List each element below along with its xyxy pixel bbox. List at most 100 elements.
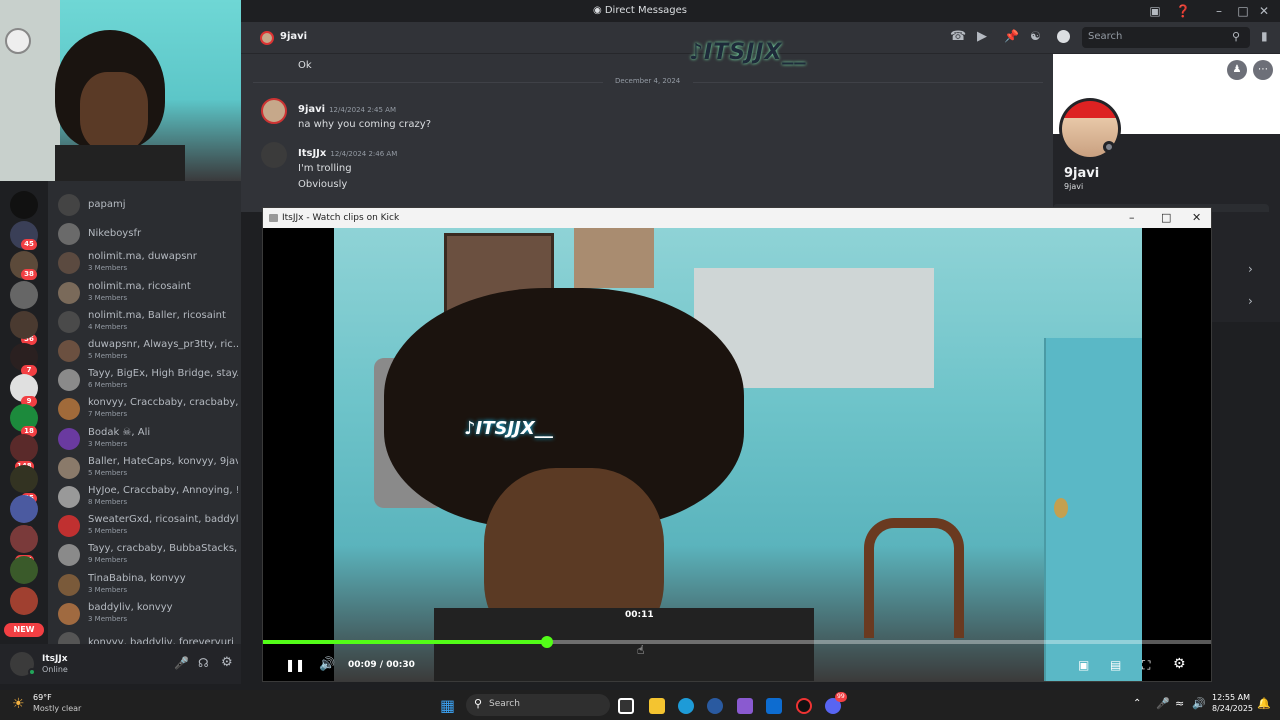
taskbar-search[interactable]: ⚲ Search	[466, 694, 610, 716]
video-frame[interactable]: ♪ITSJJX__	[334, 228, 1142, 681]
add-friends-icon[interactable]: ☯	[1030, 29, 1041, 43]
message-group: 9javi 12/4/2024 2:45 AM na why you coming…	[298, 97, 698, 130]
pip-icon[interactable]: ▣	[1078, 658, 1089, 672]
search-icon: ⚲	[1232, 30, 1241, 43]
app-icon[interactable]	[737, 698, 753, 714]
server-icon[interactable]	[10, 495, 38, 523]
help-icon[interactable]: ❓	[1171, 0, 1195, 22]
minimize-button[interactable]: –	[1129, 208, 1135, 228]
server-icon[interactable]	[10, 556, 38, 584]
dm-list-item[interactable]: HyJoe, Craccbaby, Annoying, !... 8 Member…	[58, 483, 238, 512]
dm-list-item[interactable]: Nikeboysfr	[58, 220, 238, 249]
watermark-logo: ♪ITSJJX__	[464, 418, 553, 439]
wifi-icon[interactable]: ≈	[1175, 697, 1184, 710]
volume-icon[interactable]: 🔊	[319, 657, 335, 672]
dm-member-count: 5 Members	[88, 352, 128, 360]
pause-icon[interactable]: ❚❚	[285, 658, 305, 672]
speaker-icon[interactable]: 🔊	[1192, 697, 1206, 710]
server-icon[interactable]	[10, 525, 38, 553]
dm-name: nolimit.ma, Baller, ricosaint	[88, 309, 226, 321]
notifications-icon[interactable]: 🔔	[1257, 697, 1271, 710]
dm-list-item[interactable]: baddyliv, konvyy 3 Members	[58, 600, 238, 629]
video-call-icon[interactable]: ▶	[977, 29, 987, 44]
weather-desc[interactable]: Mostly clear	[33, 704, 81, 713]
add-friend-icon[interactable]: ♟	[1227, 60, 1247, 80]
inbox-icon[interactable]: ▣	[1143, 0, 1167, 22]
dm-list-item[interactable]: nolimit.ma, ricosaint 3 Members	[58, 279, 238, 308]
inbox-bookmark-icon[interactable]: ▮	[1261, 29, 1268, 43]
dm-list-item[interactable]: nolimit.ma, Baller, ricosaint 4 Members	[58, 308, 238, 337]
more-options-icon[interactable]: ⋯	[1253, 60, 1273, 80]
user-profile-panel: ♟ ⋯ 9javi 9javi	[1053, 54, 1280, 244]
dm-list-item[interactable]: SweaterGxd, ricosaint, baddyl... 5 Member…	[58, 512, 238, 541]
avatar[interactable]	[261, 98, 287, 124]
app-icon[interactable]	[707, 698, 723, 714]
progress-bar[interactable]	[263, 636, 1211, 648]
file-explorer-icon[interactable]	[649, 698, 665, 714]
store-icon[interactable]	[766, 698, 782, 714]
microphone-icon[interactable]: 🎤	[1156, 697, 1170, 710]
server-icon[interactable]	[10, 191, 38, 219]
dm-list-item[interactable]: Baller, HateCaps, konvyy, 9javi 5 Members	[58, 454, 238, 483]
message-text: na why you coming crazy?	[298, 119, 432, 130]
discord-icon: ◉	[592, 5, 605, 16]
dm-name: duwapsnr, Always_pr3tty, ric...	[88, 339, 238, 350]
avatar	[58, 223, 80, 246]
task-view-icon[interactable]	[618, 698, 634, 714]
avatar[interactable]	[261, 142, 287, 168]
clock-date[interactable]: 8/24/2025	[1212, 704, 1253, 713]
message-author[interactable]: 9javi	[298, 104, 325, 115]
minimize-button[interactable]: –	[1207, 0, 1231, 22]
wall-clock	[5, 28, 31, 54]
maximize-button[interactable]: □	[1161, 208, 1171, 228]
maximize-button[interactable]: □	[1231, 0, 1255, 22]
voice-call-icon[interactable]: ☎	[950, 29, 966, 44]
settings-gear-icon[interactable]: ⚙	[221, 655, 233, 670]
close-button[interactable]: ✕	[1192, 208, 1201, 228]
microphone-icon[interactable]: 🎤	[174, 656, 189, 670]
dm-list-item[interactable]: papamj	[58, 191, 238, 220]
search-input[interactable]: Search ⚲	[1082, 27, 1250, 48]
edge-browser-icon[interactable]	[678, 698, 694, 714]
dm-list-item[interactable]: konvyy, Craccbaby, cracbaby, ... 7 Member…	[58, 395, 238, 424]
pin-icon[interactable]: 📌	[1004, 29, 1019, 43]
dm-list-item[interactable]: duwapsnr, Always_pr3tty, ric... 5 Members	[58, 337, 238, 366]
server-icon[interactable]	[10, 311, 38, 339]
dm-name: Baller, HateCaps, konvyy, 9javi	[88, 455, 238, 467]
windows-start-icon[interactable]: ▦	[440, 696, 455, 715]
server-icon[interactable]	[10, 587, 38, 615]
theater-mode-icon[interactable]: ▤	[1110, 658, 1121, 672]
dm-list-item[interactable]: TinaBabina, konvyy 3 Members	[58, 571, 238, 600]
chevron-right-icon[interactable]: ›	[1248, 262, 1253, 276]
avatar	[58, 427, 80, 450]
dm-list-item[interactable]: Bodak ☠, Ali 3 Members	[58, 425, 238, 454]
server-icon[interactable]	[10, 465, 38, 493]
dm-list-item[interactable]: konvyy, baddyliv, foreveryuri	[58, 629, 238, 644]
avatar	[58, 398, 80, 421]
video-window-title: ItsJJx - Watch clips on Kick	[282, 213, 400, 223]
headphones-icon[interactable]: ☊	[198, 656, 209, 670]
chat-messages: Ok December 4, 2024 9javi 12/4/2024 2:45 …	[241, 40, 1053, 212]
new-badge[interactable]: NEW	[4, 623, 44, 637]
weather-temp[interactable]: 69°F	[33, 693, 52, 702]
clock-time[interactable]: 12:55 AM	[1212, 693, 1250, 702]
message-group: ItsJJx 12/4/2024 2:46 AM I'm trolling Obv…	[298, 141, 698, 190]
dm-list-item[interactable]: Tayy, cracbaby, BubbaStacks, ... 9 Member…	[58, 541, 238, 570]
weather-icon[interactable]: ☀	[12, 696, 25, 712]
user-profile-icon[interactable]	[1057, 30, 1070, 43]
avatar	[58, 194, 80, 216]
chevron-up-icon[interactable]: ⌃	[1133, 698, 1141, 709]
close-button[interactable]: ✕	[1255, 0, 1273, 22]
dm-avatar	[260, 31, 274, 45]
server-icon[interactable]	[10, 281, 38, 309]
dm-list-item[interactable]: nolimit.ma, duwapsnr 3 Members	[58, 249, 238, 278]
dm-list-item[interactable]: Tayy, BigEx, High Bridge, stay... 6 Membe…	[58, 366, 238, 395]
chat-header-name: 9javi	[280, 31, 308, 42]
settings-icon[interactable]: ⚙	[1173, 656, 1186, 672]
server-icon[interactable]	[10, 434, 38, 462]
message-text: Ok	[298, 60, 312, 71]
app-icon[interactable]	[796, 698, 812, 714]
chevron-right-icon[interactable]: ›	[1248, 294, 1253, 308]
fullscreen-icon[interactable]: ⛶	[1142, 658, 1150, 673]
message-author[interactable]: ItsJJx	[298, 148, 326, 159]
